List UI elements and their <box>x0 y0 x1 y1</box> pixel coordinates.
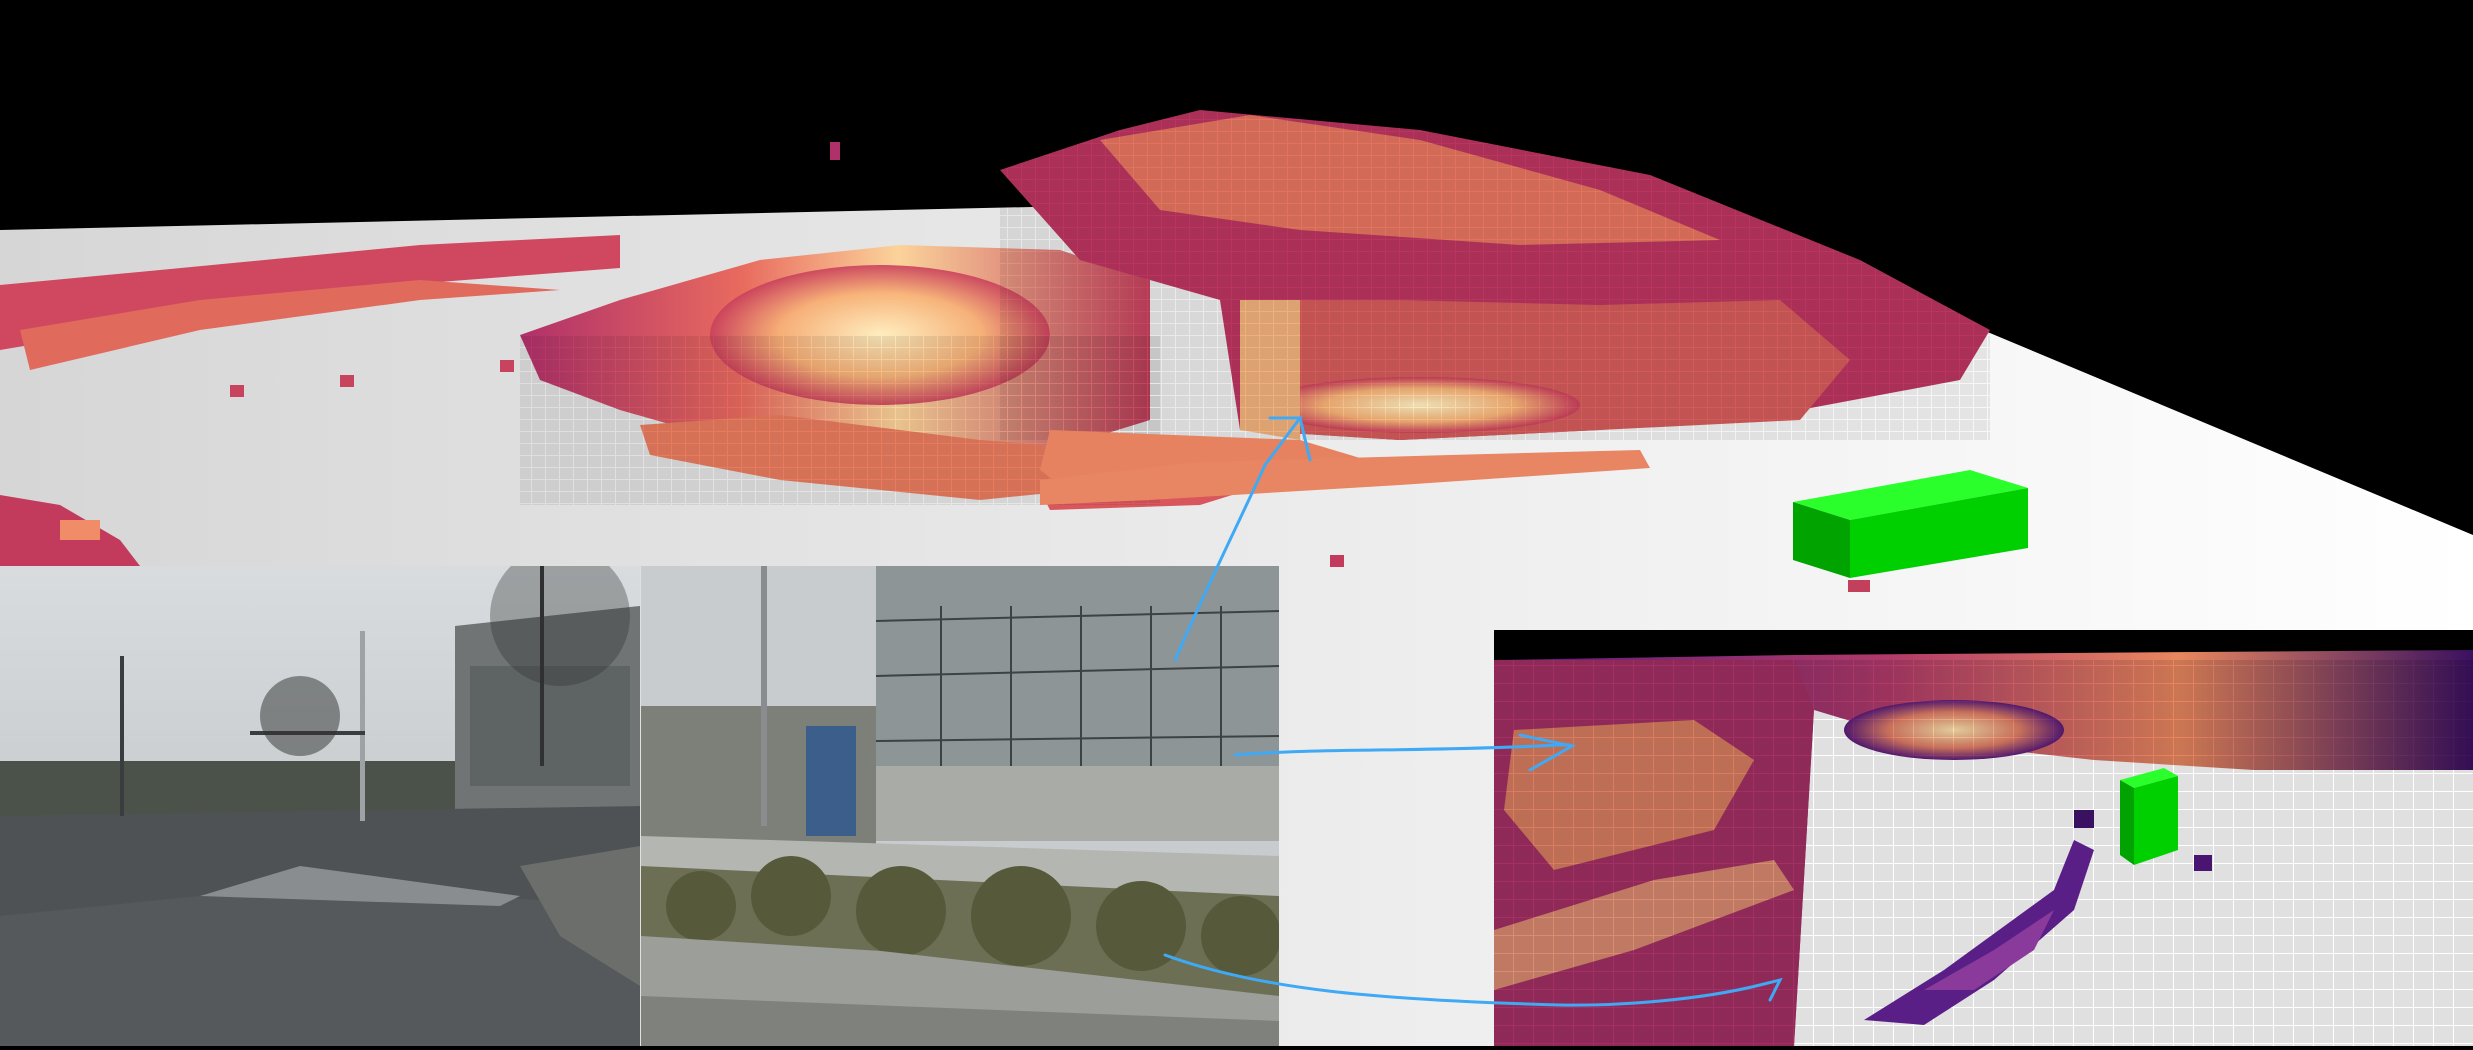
voxel-closeup-view <box>1494 630 2473 1046</box>
camera-image-street <box>0 566 640 1046</box>
camera-image-building <box>641 566 1279 1046</box>
closeup-object-box <box>2120 768 2178 865</box>
